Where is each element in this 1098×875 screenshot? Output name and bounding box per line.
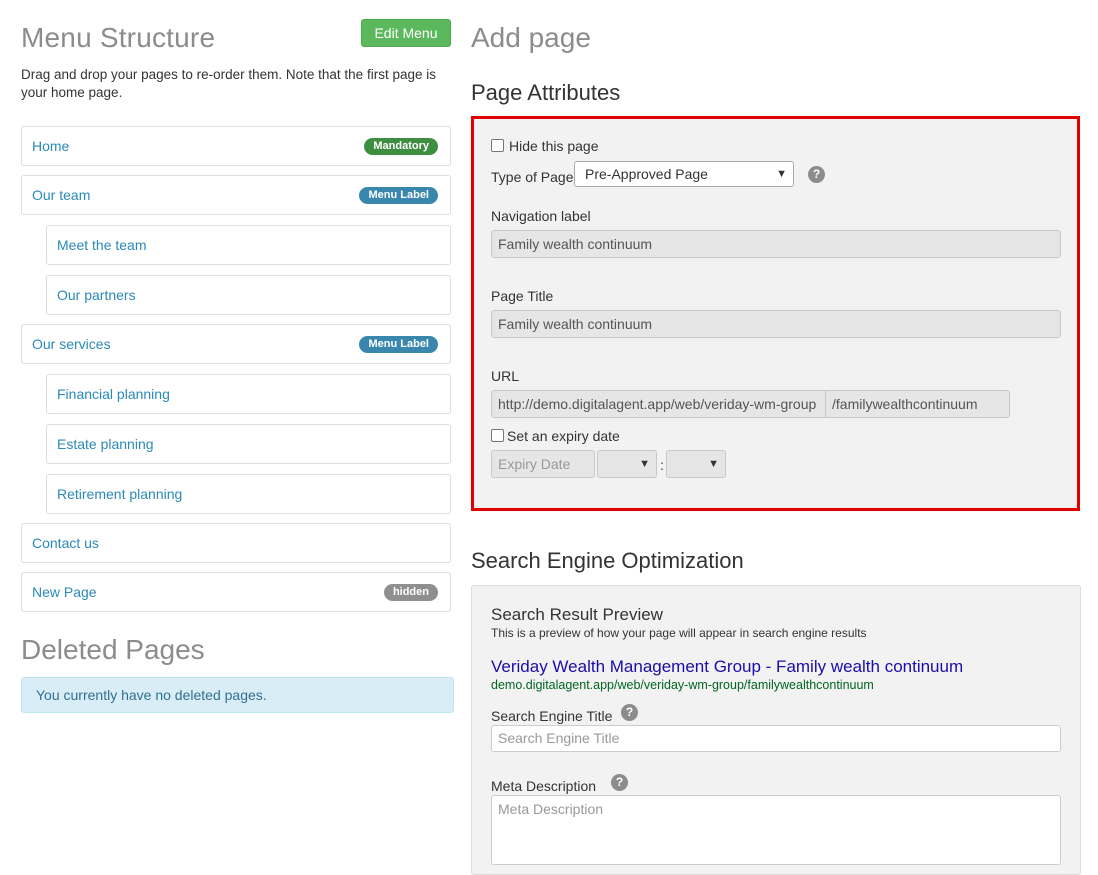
menu-item-label[interactable]: Our team [32,187,90,203]
menu-item-financial-planning[interactable]: Financial planning [46,374,451,414]
page-attributes-panel: Hide this page Type of Page: Pre-Approve… [471,116,1080,511]
serp-preview-url: demo.digitalagent.app/web/veriday-wm-gro… [491,678,874,692]
seo-heading: Search Engine Optimization [471,548,744,573]
search-engine-title-label: Search Engine Title [491,708,613,724]
page-title-field[interactable]: Family wealth continuum [491,310,1061,338]
menu-structure-heading: Menu Structure [21,22,216,53]
seo-panel: Search Result Preview This is a preview … [471,585,1081,875]
hide-page-label[interactable]: Hide this page [509,138,599,154]
menu-item-estate-planning[interactable]: Estate planning [46,424,451,464]
type-of-page-value: Pre-Approved Page [585,166,708,182]
menu-item-label[interactable]: Home [32,138,69,154]
menu-item-label[interactable]: Our partners [57,287,136,303]
set-expiry-checkbox[interactable] [491,429,504,442]
menu-item-our-services[interactable]: Our services Menu Label [21,324,451,364]
expiry-date-input[interactable]: Expiry Date [491,450,595,478]
meta-description-label: Meta Description [491,778,597,794]
add-page-heading: Add page [471,22,591,53]
search-result-preview-heading: Search Result Preview [491,605,663,624]
search-engine-title-input[interactable]: Search Engine Title [491,725,1061,752]
url-base-field: http://demo.digitalagent.app/web/veriday… [491,390,826,418]
navigation-label-field[interactable]: Family wealth continuum [491,230,1061,258]
chevron-down-icon: ▼ [776,168,787,180]
meta-description-textarea[interactable]: Meta Description [491,795,1061,865]
url-slug-field[interactable]: /familywealthcontinuum [825,390,1010,418]
menu-item-retirement-planning[interactable]: Retirement planning [46,474,451,514]
menu-intro-text: Drag and drop your pages to re-order the… [21,67,436,100]
no-deleted-pages-alert: You currently have no deleted pages. [21,677,454,713]
expiry-minute-select[interactable]: ▼ [666,450,726,478]
menu-item-meet-the-team[interactable]: Meet the team [46,225,451,265]
menu-item-label[interactable]: Estate planning [57,436,154,452]
page-attributes-heading: Page Attributes [471,80,621,105]
url-label: URL [491,368,520,384]
hide-page-checkbox[interactable] [491,139,504,152]
menu-item-our-partners[interactable]: Our partners [46,275,451,315]
menu-item-label[interactable]: Our services [32,336,111,352]
menu-item-label[interactable]: Contact us [32,535,99,551]
menu-item-label[interactable]: Retirement planning [57,486,182,502]
page-title-label: Page Title [491,288,554,304]
hidden-badge: hidden [383,584,438,601]
menu-label-badge: Menu Label [359,187,438,204]
type-of-page-select[interactable]: Pre-Approved Page ▼ [574,161,794,187]
deleted-pages-heading: Deleted Pages [21,634,205,665]
menu-item-new-page[interactable]: New Page hidden [21,572,451,612]
chevron-down-icon: ▼ [708,458,719,470]
navigation-label-label: Navigation label [491,208,591,224]
menu-item-our-team[interactable]: Our team Menu Label [21,175,451,215]
serp-preview-title: Veriday Wealth Management Group - Family… [491,657,964,676]
search-result-preview-subtext: This is a preview of how your page will … [491,626,867,640]
mandatory-badge: Mandatory [364,138,438,155]
expiry-date-row[interactable]: Set an expiry date [491,428,620,444]
set-expiry-label[interactable]: Set an expiry date [507,428,620,444]
menu-item-home[interactable]: Home Mandatory [21,126,451,166]
question-circle-icon[interactable]: ? [808,166,825,183]
menu-item-label[interactable]: Meet the team [57,237,147,253]
menu-label-badge: Menu Label [359,336,438,353]
type-of-page-label: Type of Page: [491,169,578,185]
edit-menu-button[interactable]: Edit Menu [361,19,451,47]
hide-page-row[interactable]: Hide this page [491,138,599,154]
menu-item-label[interactable]: Financial planning [57,386,170,402]
time-separator: : [660,457,664,473]
question-circle-icon[interactable]: ? [611,774,628,791]
menu-item-contact-us[interactable]: Contact us [21,523,451,563]
question-circle-icon[interactable]: ? [621,704,638,721]
chevron-down-icon: ▼ [639,458,650,470]
menu-item-label[interactable]: New Page [32,584,97,600]
expiry-hour-select[interactable]: ▼ [597,450,657,478]
